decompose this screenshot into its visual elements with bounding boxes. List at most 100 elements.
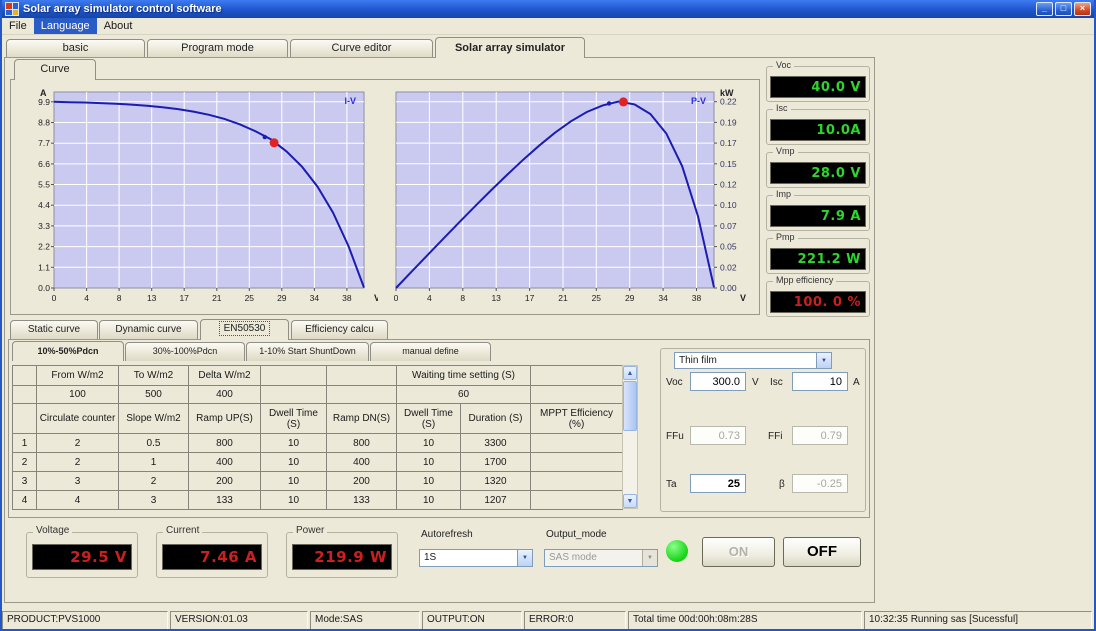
table-cell[interactable]: 60 [397,386,531,404]
subtab-30-100-pdcn[interactable]: 30%-100%Pdcn [125,342,245,361]
table-cell[interactable]: 200 [327,472,397,491]
table-cell[interactable]: 0.5 [119,434,189,453]
table-cell[interactable] [13,366,37,386]
scrollbar-thumb[interactable] [623,381,637,431]
isc-input[interactable] [792,372,848,391]
table-cell[interactable]: 3300 [461,434,531,453]
menu-about[interactable]: About [97,18,140,34]
off-button[interactable]: OFF [783,537,861,567]
table-scrollbar[interactable]: ▲ ▼ [622,365,638,509]
tab-solar-array-simulator[interactable]: Solar array simulator [435,37,585,58]
table-cell[interactable]: 2 [37,434,119,453]
table-cell[interactable]: 10 [261,491,327,510]
table-cell[interactable]: Circulate counter [37,404,119,434]
menu-language[interactable]: Language [34,18,97,34]
tab-curve-editor[interactable]: Curve editor [290,39,433,58]
table-cell[interactable]: 10 [397,453,461,472]
table-cell[interactable]: From W/m2 [37,366,119,386]
table-cell[interactable] [531,472,623,491]
table-cell[interactable]: 10 [261,453,327,472]
subtab-10-50-pdcn[interactable]: 10%-50%Pdcn [12,341,124,361]
table-cell[interactable]: 10 [397,491,461,510]
table-cell[interactable] [531,491,623,510]
table-cell[interactable]: 800 [189,434,261,453]
table-cell[interactable]: 4 [13,491,37,510]
table-cell[interactable]: 10 [261,434,327,453]
table-cell[interactable]: 1 [13,434,37,453]
table-cell[interactable] [13,404,37,434]
menu-file[interactable]: File [2,18,34,34]
table-cell[interactable]: 1207 [461,491,531,510]
tab-en50530[interactable]: EN50530 [200,319,289,340]
iv-curve-chart: I-V04813172125293438V9.98.87.76.65.54.43… [28,86,378,308]
chevron-down-icon[interactable]: ▼ [816,353,831,368]
meter-label: Imp [773,189,794,199]
table-cell[interactable]: 1320 [461,472,531,491]
table-cell[interactable]: 100 [37,386,119,404]
meter-label: Voc [773,60,794,70]
table-cell[interactable]: Ramp DN(S) [327,404,397,434]
table-cell[interactable] [261,366,327,386]
table-cell[interactable]: Waiting time setting (S) [397,366,531,386]
film-type-combo[interactable]: Thin film ▼ [674,352,832,369]
maximize-button[interactable]: □ [1055,2,1072,16]
table-cell[interactable]: 3 [13,472,37,491]
table-cell[interactable] [327,386,397,404]
scrollbar-up-arrow[interactable]: ▲ [623,366,637,380]
status-total-time: Total time 00d:00h:08m:28S [628,611,862,630]
table-cell[interactable]: Slope W/m2 [119,404,189,434]
ta-input[interactable] [690,474,746,493]
table-cell[interactable]: Dwell Time (S) [261,404,327,434]
table-cell[interactable]: Ramp UP(S) [189,404,261,434]
close-button[interactable]: × [1074,2,1091,16]
tab-program-mode[interactable]: Program mode [147,39,288,58]
power-display: 219.9 W [292,544,392,570]
table-cell[interactable]: Dwell Time (S) [397,404,461,434]
table-cell[interactable] [531,434,623,453]
table-cell[interactable]: 10 [261,472,327,491]
meter-display: 28.0 V [770,162,866,184]
tab-efficiency-calcu[interactable]: Efficiency calcu [291,320,388,339]
table-cell[interactable] [261,386,327,404]
table-cell[interactable]: To W/m2 [119,366,189,386]
table-cell[interactable]: Delta W/m2 [189,366,261,386]
tab-dynamic-curve[interactable]: Dynamic curve [99,320,198,339]
table-cell[interactable]: 2 [119,472,189,491]
table-cell[interactable] [531,453,623,472]
voc-input[interactable] [690,372,746,391]
table-cell[interactable]: 400 [189,386,261,404]
table-cell[interactable]: Duration (S) [461,404,531,434]
table-cell[interactable]: 10 [397,472,461,491]
table-cell[interactable]: 1 [119,453,189,472]
autorefresh-combo[interactable]: 1S ▼ [419,549,533,567]
table-cell[interactable]: 200 [189,472,261,491]
tab-curve[interactable]: Curve [14,59,96,80]
tab-static-curve[interactable]: Static curve [10,320,98,339]
table-cell[interactable]: 2 [13,453,37,472]
table-cell[interactable] [531,366,623,386]
svg-text:34: 34 [310,293,320,303]
table-cell[interactable]: 133 [327,491,397,510]
table-cell[interactable]: 3 [37,472,119,491]
table-cell[interactable]: 1700 [461,453,531,472]
table-cell[interactable]: 500 [119,386,189,404]
minimize-button[interactable]: _ [1036,2,1053,16]
table-cell[interactable] [13,386,37,404]
subtab-1-10-start-shuntdown[interactable]: 1-10% Start ShuntDown [246,342,369,361]
table-cell[interactable]: 3 [119,491,189,510]
tab-basic[interactable]: basic [6,39,145,58]
scrollbar-down-arrow[interactable]: ▼ [623,494,637,508]
table-cell[interactable] [531,386,623,404]
chevron-down-icon[interactable]: ▼ [517,550,532,566]
table-cell[interactable]: 400 [327,453,397,472]
table-cell[interactable]: 4 [37,491,119,510]
subtab-manual-define[interactable]: manual define [370,342,491,361]
table-cell[interactable]: 10 [397,434,461,453]
table-cell[interactable]: 800 [327,434,397,453]
table-cell[interactable]: 133 [189,491,261,510]
output-mode-value: SAS mode [545,550,642,566]
table-cell[interactable] [327,366,397,386]
table-cell[interactable]: 2 [37,453,119,472]
table-cell[interactable]: 400 [189,453,261,472]
table-cell[interactable]: MPPT Efficiency (%) [531,404,623,434]
